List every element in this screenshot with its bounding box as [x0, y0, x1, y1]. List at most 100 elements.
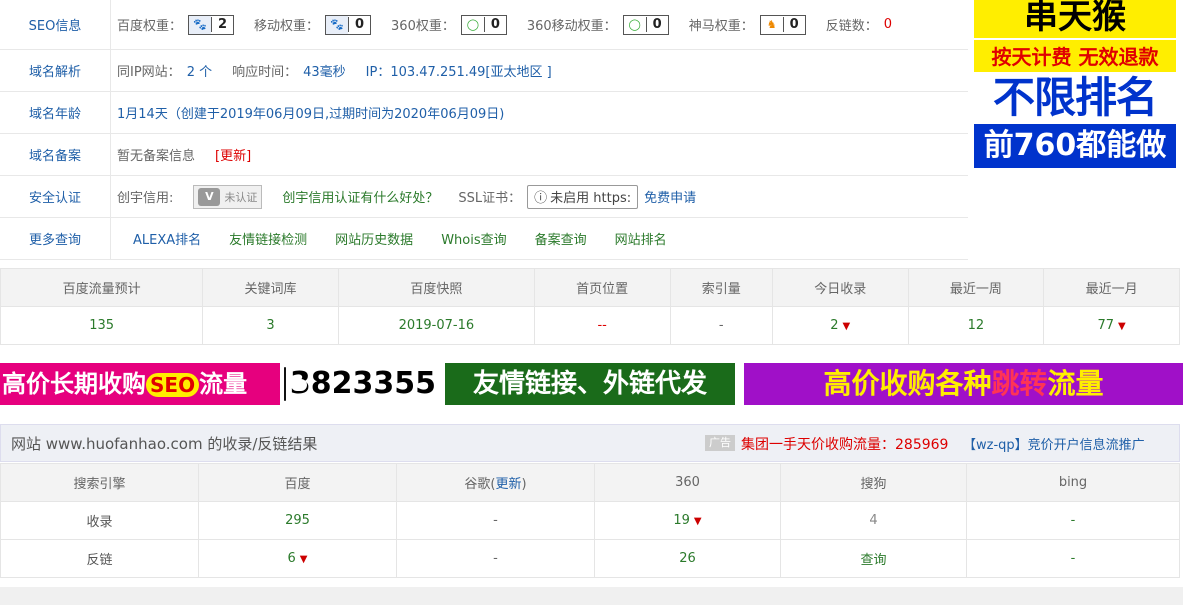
- beian-query-link[interactable]: 备案查询: [535, 229, 587, 248]
- stat-home-position: --: [533, 306, 671, 345]
- backlinks-label: 反链数：: [825, 19, 878, 34]
- b1-post: 流量: [199, 370, 248, 398]
- paw-icon: 🐾: [189, 15, 212, 34]
- sogou-index[interactable]: 4: [780, 501, 967, 540]
- horse-icon: ♞: [760, 15, 783, 34]
- site-rank-link[interactable]: 网站排名: [615, 229, 667, 248]
- stat-header: 最近一月: [1043, 268, 1180, 307]
- credit-benefit-link[interactable]: 创宇信用认证有什么好处？: [282, 187, 438, 206]
- col-bing: bing: [966, 463, 1180, 502]
- baidu-backlinks-value: 6: [287, 551, 296, 566]
- results-title: 网站 www.huofanhao.com 的收录/反链结果: [11, 434, 318, 453]
- shield-v-icon: V: [198, 187, 221, 206]
- baidu-weight-value: 2: [211, 17, 233, 32]
- beian-update-link[interactable]: [更新]: [215, 145, 251, 164]
- month-value: 77: [1097, 318, 1115, 333]
- history-data-link[interactable]: 网站历史数据: [335, 229, 413, 248]
- google-update-link[interactable]: 更新: [496, 477, 522, 492]
- col-google: 谷歌(更新): [396, 463, 595, 502]
- b1-seo: SEO: [146, 373, 200, 397]
- ad-line-3: 不限排名: [974, 72, 1176, 124]
- ring-icon: ◯: [623, 15, 646, 34]
- 360-weight-badge[interactable]: ◯ 0: [460, 14, 507, 35]
- 360-mobile-weight-badge[interactable]: ◯ 0: [622, 14, 669, 35]
- whois-link[interactable]: Whois查询: [441, 229, 506, 248]
- banner-ad-qq[interactable]: 3823355: [280, 363, 436, 405]
- dns-label: 域名解析: [0, 50, 111, 91]
- b1-pre: 高价长期收购: [2, 370, 146, 398]
- ad-link-promotion[interactable]: 【wz-qp】竞价开户信息流推广: [963, 434, 1145, 453]
- stat-header: 今日收录: [771, 268, 909, 307]
- stat-header: 索引量: [669, 268, 773, 307]
- stat-today[interactable]: 2 ▼: [771, 306, 909, 345]
- stat-week[interactable]: 12: [907, 306, 1045, 345]
- beian-value: 暂无备案信息: [117, 149, 196, 164]
- right-ad-banner[interactable]: 串天猴 按天计费 无效退款 不限排名 前760都能做: [974, 0, 1176, 170]
- ssl-value: 未启用 https:: [550, 191, 632, 206]
- 360-backlinks[interactable]: 26: [594, 539, 781, 578]
- ip-address[interactable]: IP：103.47.251.49[亚太地区 ]: [366, 61, 552, 80]
- info-icon: ⓘ: [534, 191, 548, 206]
- banner-ads: 高价长期收购 SEO 流量 3823355 友情链接、外链代发 高价收购各种跳转流量: [0, 363, 1183, 405]
- mobile-weight-badge[interactable]: 🐾 0: [325, 14, 372, 35]
- ssl-status[interactable]: ⓘ 未启用 https:: [527, 184, 639, 209]
- more-query-row: 更多查询 ALEXA排名 友情链接检测 网站历史数据 Whois查询 备案查询 …: [0, 218, 968, 260]
- stat-keywords[interactable]: 3: [202, 306, 339, 345]
- b4-post: 流量: [1047, 367, 1104, 400]
- beian-label: 域名备案: [0, 134, 111, 175]
- stat-header: 首页位置: [533, 268, 671, 307]
- baidu-index[interactable]: 295: [198, 501, 397, 540]
- google-index: -: [396, 501, 595, 540]
- google-backlinks: -: [396, 539, 595, 578]
- baidu-weight-label: 百度权重：: [117, 19, 183, 34]
- bing-index: -: [966, 501, 1180, 540]
- 360-mobile-weight-label: 360移动权重：: [526, 19, 617, 34]
- baidu-backlinks[interactable]: 6 ▼: [198, 539, 397, 578]
- google-label: 谷歌: [464, 477, 491, 492]
- credit-cert-badge[interactable]: V 未认证: [193, 184, 263, 209]
- ad-line-4: 前760都能做: [974, 124, 1176, 168]
- shenma-weight-label: 神马权重：: [688, 19, 754, 34]
- row-label: 反链: [0, 539, 199, 578]
- beian-row: 域名备案 暂无备案信息 [更新]: [0, 134, 968, 176]
- results-header: 网站 www.huofanhao.com 的收录/反链结果 广告 集团一手天价收…: [0, 424, 1180, 462]
- cert-text: 未认证: [224, 190, 258, 204]
- b2-number: 3823355: [289, 366, 436, 401]
- more-query-label: 更多查询: [0, 218, 111, 259]
- down-arrow-icon: ▼: [299, 554, 308, 565]
- stat-month[interactable]: 77 ▼: [1043, 306, 1180, 345]
- paw-icon: 🐾: [326, 15, 349, 34]
- free-apply-link[interactable]: 免费申请: [644, 187, 696, 206]
- credit-label: 创宇信用:: [117, 191, 174, 206]
- alexa-link[interactable]: ALEXA排名: [133, 229, 201, 248]
- 360-index[interactable]: 19 ▼: [594, 501, 781, 540]
- stat-snapshot[interactable]: 2019-07-16: [337, 306, 535, 345]
- table-row: 收录 295 - 19 ▼ 4 -: [0, 501, 1180, 540]
- same-ip-value[interactable]: 2 个: [187, 61, 212, 80]
- shenma-weight-badge[interactable]: ♞ 0: [759, 14, 806, 35]
- down-arrow-icon: ▼: [1118, 321, 1126, 332]
- index-results-table: 搜索引擎 百度 谷歌(更新) 360 搜狗 bing 收录 295 - 19 ▼ …: [0, 463, 1180, 578]
- banner-ad-links[interactable]: 友情链接、外链代发: [445, 363, 735, 405]
- stat-baidu-traffic[interactable]: 135: [0, 306, 204, 345]
- response-time-label: 响应时间：: [232, 65, 298, 80]
- sogou-query-link[interactable]: 查询: [780, 539, 967, 578]
- stat-header: 最近一周: [907, 268, 1045, 307]
- shenma-weight-value: 0: [782, 17, 805, 32]
- baidu-weight-badge[interactable]: 🐾 2: [188, 14, 235, 35]
- ring-icon: ◯: [461, 15, 484, 34]
- col-sogou: 搜狗: [780, 463, 967, 502]
- bing-backlinks: -: [966, 539, 1180, 578]
- backlinks-value[interactable]: 0: [884, 17, 892, 32]
- ad-link-traffic[interactable]: 集团一手天价收购流量：285969: [741, 434, 948, 454]
- banner-ad-traffic[interactable]: 高价收购各种跳转流量: [744, 363, 1183, 405]
- friend-link-check-link[interactable]: 友情链接检测: [229, 229, 307, 248]
- domain-info-table: SEO信息 百度权重： 🐾 2 移动权重： 🐾 0 360权重： ◯ 0 360移动权…: [0, 0, 968, 260]
- security-row: 安全认证 创宇信用: V 未认证 创宇信用认证有什么好处？ SSL证书： ⓘ 未启用…: [0, 176, 968, 218]
- 360-index-value: 19: [673, 513, 690, 528]
- banner-ad-seo[interactable]: 高价长期收购 SEO 流量: [0, 363, 280, 405]
- footer-bar: [0, 587, 1183, 605]
- ssl-label: SSL证书：: [458, 191, 522, 206]
- col-baidu: 百度: [198, 463, 397, 502]
- seo-info-label: SEO信息: [0, 0, 111, 49]
